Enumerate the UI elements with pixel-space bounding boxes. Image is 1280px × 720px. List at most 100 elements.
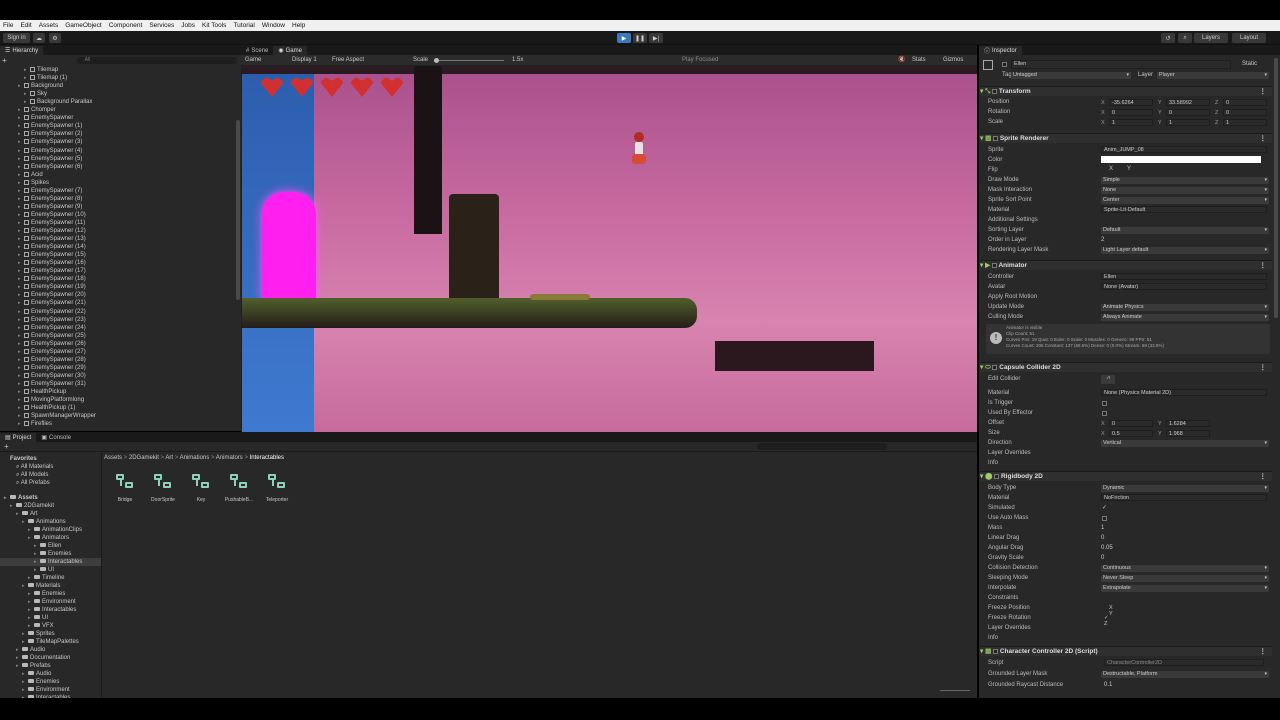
project-folder[interactable]: ▸ Materials (0, 582, 101, 590)
tab-project[interactable]: ▤ Project (0, 433, 37, 442)
breadcrumb-item[interactable]: Art (165, 455, 173, 461)
menu-gameobject[interactable]: GameObject (65, 22, 102, 29)
hierarchy-item[interactable]: ▸ EnemySpawner (2) (0, 130, 235, 138)
hierarchy-item[interactable]: ▸ EnemySpawner (5) (0, 155, 235, 163)
gizmos-button[interactable]: Gizmos (943, 55, 963, 65)
hierarchy-item[interactable]: ▸ EnemySpawner (0, 114, 235, 122)
culling-mode-dropdown[interactable]: Always Animate (1101, 314, 1269, 321)
physics-material-field[interactable]: None (Physics Material 2D) (1101, 389, 1267, 396)
static-toggle[interactable]: Static (1242, 61, 1257, 67)
vector-field[interactable]: 0 (1109, 420, 1153, 427)
collision-detection-dropdown[interactable]: Continuous (1101, 565, 1269, 572)
used-by-effector-checkbox[interactable] (1102, 411, 1107, 416)
project-folder[interactable]: ▸ Enemies (0, 678, 101, 686)
vector-field[interactable]: 1 (1223, 119, 1267, 126)
simulated-checkbox[interactable]: ✓ (1102, 504, 1107, 511)
hierarchy-item[interactable]: ▸ EnemySpawner (12) (0, 227, 235, 235)
settings-icon[interactable]: ⋮ (1260, 363, 1267, 373)
project-search-input[interactable] (757, 443, 887, 450)
angular-drag-field[interactable]: 0.05 (1101, 545, 1113, 551)
settings-icon[interactable]: ⋮ (1260, 87, 1267, 97)
vector-field[interactable]: 0 (1223, 109, 1267, 116)
project-folder[interactable]: ▸ Documentation (0, 654, 101, 662)
project-folder[interactable]: ▸ Ellen (0, 542, 101, 550)
favorites-header[interactable]: Favorites (0, 455, 101, 463)
tab-game[interactable]: ◉ Game (273, 46, 307, 55)
menu-assets[interactable]: Assets (39, 22, 59, 29)
hierarchy-item[interactable]: ▸ EnemySpawner (21) (0, 299, 235, 307)
hierarchy-item[interactable]: ▸ EnemySpawner (4) (0, 147, 235, 155)
hierarchy-item[interactable]: ▸ EnemySpawner (25) (0, 332, 235, 340)
additional-settings-foldout[interactable]: Additional Settings (988, 217, 1038, 223)
hierarchy-item[interactable]: ▸ EnemySpawner (20) (0, 291, 235, 299)
rigidbody-header[interactable]: ▾ ⬤ Rigidbody 2D ⋮ (980, 471, 1272, 481)
step-button[interactable]: ▶| (649, 33, 663, 43)
sorting-layer-dropdown[interactable]: Default (1101, 227, 1269, 234)
character-controller-header[interactable]: ▾ ▤ Character Controller 2D (Script) ⋮ (980, 646, 1272, 656)
hierarchy-item[interactable]: ▸ SpawnManagerWrapper (0, 412, 235, 420)
active-checkbox[interactable] (1002, 62, 1007, 67)
rendering-layer-mask-dropdown[interactable]: Light Layer default (1101, 247, 1269, 254)
project-folder[interactable]: ▸ Animators (0, 534, 101, 542)
edit-collider-button[interactable]: ⩘ (1101, 375, 1115, 384)
vector-field[interactable]: 33.58992 (1166, 99, 1210, 106)
project-folder[interactable]: ▸ Environment (0, 598, 101, 606)
project-folder[interactable]: ▸ TileMapPalettes (0, 638, 101, 646)
asset-tile[interactable]: Teleporter (264, 472, 290, 503)
settings-icon[interactable]: ⋮ (1260, 647, 1267, 657)
tag-dropdown[interactable]: Untagged (1011, 72, 1131, 79)
hierarchy-item[interactable]: ▸ Tilemap (0, 66, 235, 74)
breadcrumb-item[interactable]: Animations (180, 455, 210, 461)
hierarchy-item[interactable]: ▸ EnemySpawner (17) (0, 267, 235, 275)
tab-console[interactable]: ▣ Console (36, 433, 76, 442)
mute-icon[interactable]: 🔇 (898, 55, 905, 65)
freeze-position-x[interactable]: X Y (1109, 605, 1113, 617)
hierarchy-item[interactable]: ▸ EnemySpawner (10) (0, 211, 235, 219)
settings-icon[interactable]: ⋮ (1260, 134, 1267, 144)
asset-tile[interactable]: Bridge (112, 472, 138, 503)
hierarchy-item[interactable]: ▸ Fireflies (0, 420, 235, 428)
hierarchy-item[interactable]: ▸ EnemySpawner (30) (0, 372, 235, 380)
favorite-item[interactable]: ⌕ All Models (0, 471, 101, 479)
flip-x-toggle[interactable]: X (1109, 166, 1113, 172)
hierarchy-item[interactable]: ▸ EnemySpawner (28) (0, 356, 235, 364)
menu-tutorial[interactable]: Tutorial (233, 22, 254, 29)
hierarchy-item[interactable]: ▸ EnemySpawner (26) (0, 340, 235, 348)
gravity-scale-field[interactable]: 0 (1101, 555, 1104, 561)
game-mode-dropdown[interactable]: Game (245, 55, 261, 65)
tab-inspector[interactable]: ⓘ Inspector (979, 46, 1022, 55)
play-focused-dropdown[interactable]: Play Focused (682, 55, 718, 65)
project-folder[interactable]: ▸ Interactables (0, 606, 101, 614)
vector-field[interactable]: 1 (1109, 119, 1153, 126)
project-folder[interactable]: ▸ Animations (0, 518, 101, 526)
project-folder[interactable]: ▸ Prefabs (0, 662, 101, 670)
sleeping-mode-dropdown[interactable]: Never Sleep (1101, 575, 1269, 582)
hierarchy-item[interactable]: ▸ EnemySpawner (22) (0, 308, 235, 316)
flip-y-toggle[interactable]: Y (1127, 166, 1131, 172)
hierarchy-item[interactable]: ▸ EnemySpawner (23) (0, 316, 235, 324)
search-icon[interactable]: ⌕ (1178, 33, 1192, 43)
hierarchy-item[interactable]: ▸ Chomper (0, 106, 235, 114)
project-folder[interactable]: ▸ Enemies (0, 590, 101, 598)
direction-dropdown[interactable]: Vertical (1101, 440, 1269, 447)
vector-field[interactable]: 1.968 (1166, 430, 1210, 437)
project-folder[interactable]: ▸ Sprites (0, 630, 101, 638)
vector-field[interactable]: 1.6284 (1166, 420, 1210, 427)
project-folder[interactable]: ▸ Audio (0, 670, 101, 678)
material-field[interactable]: Sprite-Lit-Default (1101, 206, 1267, 213)
favorite-item[interactable]: ⌕ All Materials (0, 463, 101, 471)
hierarchy-item[interactable]: ▸ EnemySpawner (29) (0, 364, 235, 372)
animator-header[interactable]: ▾ ▶ Animator ⋮ (980, 260, 1272, 270)
menu-edit[interactable]: Edit (20, 22, 31, 29)
pause-button[interactable]: ❚❚ (633, 33, 647, 43)
hierarchy-item[interactable]: ▸ Tilemap (1) (0, 74, 235, 82)
menu-component[interactable]: Component (109, 22, 143, 29)
hierarchy-item[interactable]: ▸ EnemySpawner (27) (0, 348, 235, 356)
project-folder[interactable]: ▸ Environment (0, 686, 101, 694)
hierarchy-item[interactable]: ▸ EnemySpawner (3) (0, 138, 235, 146)
project-folder[interactable]: ▸ VFX (0, 622, 101, 630)
vector-field[interactable]: 0 (1109, 109, 1153, 116)
sprite-field[interactable]: Anim_JUMP_08 (1101, 146, 1267, 153)
layers-dropdown[interactable]: Layers (1194, 33, 1228, 43)
hierarchy-item[interactable]: ▸ EnemySpawner (18) (0, 275, 235, 283)
